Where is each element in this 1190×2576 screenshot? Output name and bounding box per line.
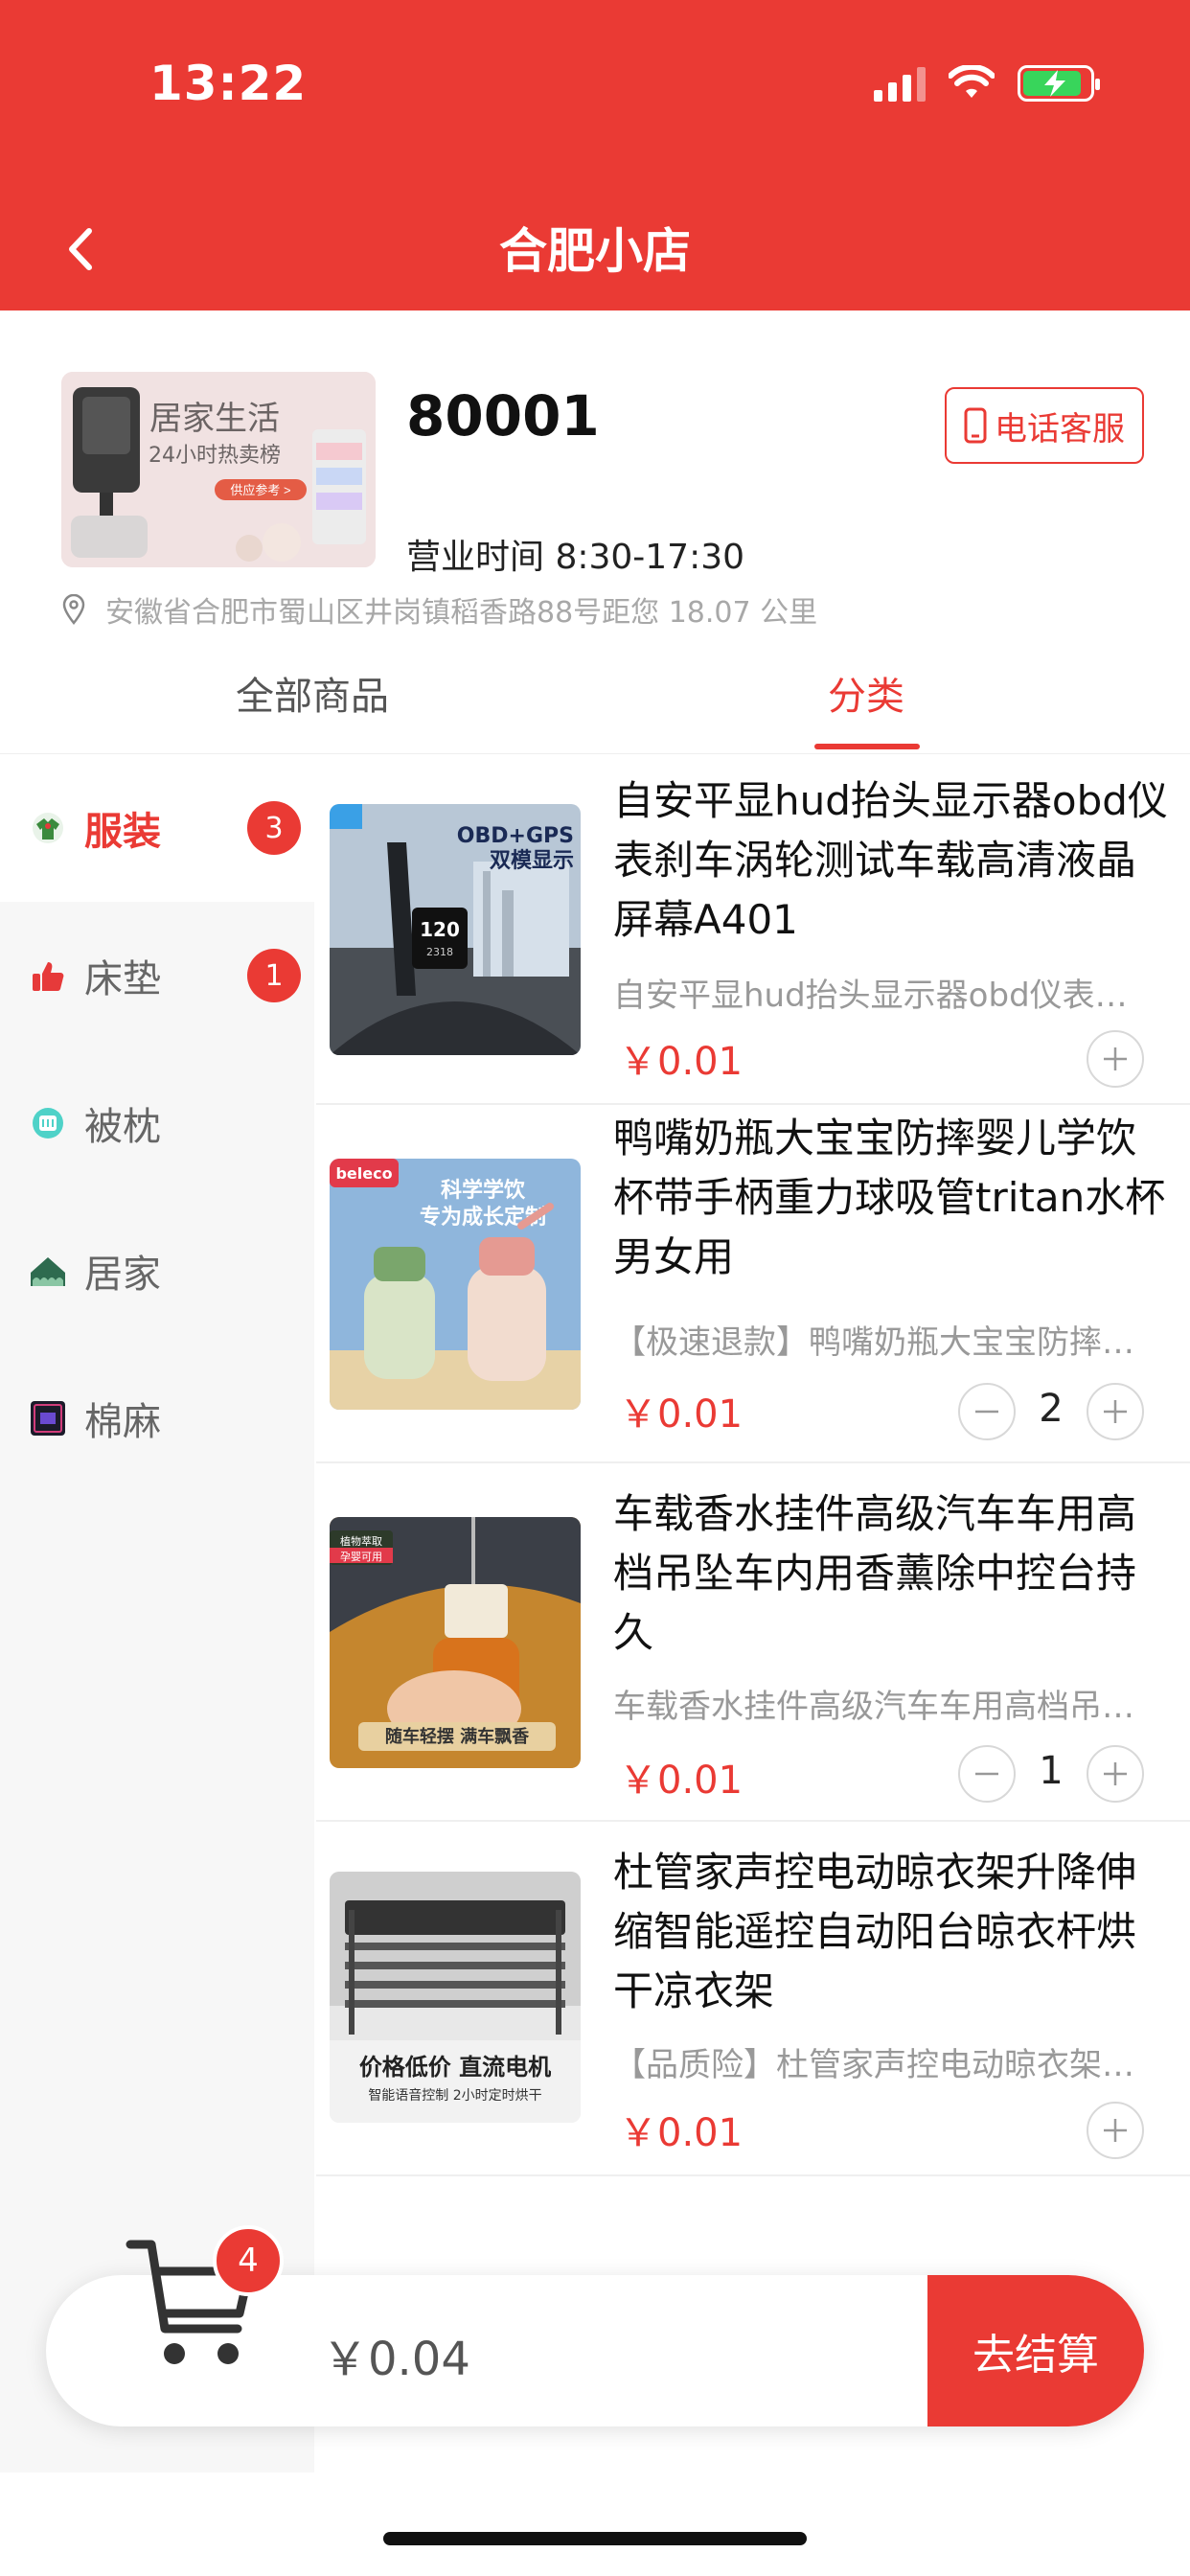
linen-icon [31, 1401, 65, 1436]
business-hours: 营业时间 8:30-17:30 [406, 538, 745, 577]
product-title: 鸭嘴奶瓶大宝宝防摔婴儿学饮杯带手柄重力球吸管tritan水杯男女用 [613, 1115, 1166, 1280]
product-price: ￥0.01 [619, 2111, 744, 2155]
svg-text:科学学饮: 科学学饮 [441, 1178, 526, 1203]
product-price: ￥0.01 [619, 1040, 744, 1084]
quantity-value: 1 [1039, 1749, 1064, 1793]
minus-icon [975, 1772, 998, 1776]
quantity-value: 2 [1039, 1387, 1064, 1431]
phone-service-button[interactable]: 电话客服 [945, 387, 1144, 464]
product-item[interactable]: 120 2318 OBD+GPS 双模显示 自安平显hud抬头显示器obd仪表刹… [316, 754, 1190, 1105]
svg-text:居家生活: 居家生活 [149, 400, 280, 438]
product-title: 自安平显hud抬头显示器obd仪表刹车涡轮测试车载高清液晶屏幕A401 [613, 777, 1168, 943]
plus-icon [1104, 1047, 1127, 1070]
sidebar-item-label: 居家 [84, 1253, 161, 1297]
svg-text:双模显示: 双模显示 [490, 849, 574, 873]
product-subtitle: 【品质险】杜管家声控电动晾衣架升降伸缩智能遥控自动阳台晾衣杆烘干凉衣架 [613, 2046, 1150, 2084]
product-subtitle: 车载香水挂件高级汽车车用高档吊坠车内用香薰除中控台持久 [613, 1688, 1150, 1726]
svg-text:孕婴可用: 孕婴可用 [340, 1551, 382, 1563]
sidebar-item-badge: 1 [247, 949, 301, 1002]
product-image[interactable]: 植物萃取 孕婴可用 随车轻摆 满车飘香 [330, 1517, 581, 1768]
cart-total-price: ￥0.04 [322, 2333, 470, 2386]
svg-text:2318: 2318 [426, 946, 453, 958]
svg-text:智能语音控制 2小时定时烘干: 智能语音控制 2小时定时烘干 [368, 2087, 541, 2104]
location-pin-icon [62, 594, 85, 625]
shop-address: 安徽省合肥市蜀山区井岗镇稻香路88号距您 18.07 公里 [61, 588, 817, 631]
checkout-button[interactable]: 去结算 [927, 2275, 1144, 2426]
product-image[interactable]: 120 2318 OBD+GPS 双模显示 [330, 804, 581, 1055]
svg-text:beleco: beleco [335, 1164, 392, 1183]
product-subtitle: 自安平显hud抬头显示器obd仪表刹车涡轮测试车载高清液晶屏幕A401 [613, 977, 1150, 1015]
product-image[interactable]: beleco 科学学饮 专为成长定制 [330, 1159, 581, 1410]
minus-icon [975, 1410, 998, 1414]
sidebar-item-home[interactable]: 居家 [0, 1197, 314, 1345]
active-tab-indicator [814, 744, 920, 749]
phone-service-label: 电话客服 [995, 409, 1125, 448]
clothing-icon [33, 813, 63, 843]
increase-quantity-button[interactable] [1087, 1745, 1144, 1803]
add-to-cart-button[interactable] [1087, 2102, 1144, 2159]
status-icons [874, 65, 1100, 102]
sidebar-item-linen[interactable]: 棉麻 [0, 1345, 314, 1492]
thumbs-up-icon [33, 962, 64, 991]
product-title: 车载香水挂件高级汽车车用高档吊坠车内用香薰除中控台持久 [613, 1490, 1137, 1656]
decrease-quantity-button[interactable] [958, 1383, 1016, 1440]
shop-banner-image[interactable]: 供应参考 > 居家生活 24小时热卖榜 [61, 372, 376, 567]
cart-count-badge: 4 [213, 2225, 284, 2296]
increase-quantity-button[interactable] [1087, 1383, 1144, 1440]
sidebar-item-bedding[interactable]: 被枕 [0, 1049, 314, 1197]
status-time: 13:22 [149, 56, 308, 111]
product-title: 杜管家声控电动晾衣架升降伸缩智能遥控自动阳台晾衣杆烘干凉衣架 [613, 1849, 1137, 2014]
svg-text:OBD+GPS: OBD+GPS [457, 824, 574, 848]
pillow-icon [33, 1108, 63, 1138]
product-item[interactable]: beleco 科学学饮 专为成长定制 鸭嘴奶瓶大宝宝防摔婴儿学饮杯带手柄重力球吸… [316, 1105, 1190, 1463]
wifi-icon [949, 65, 995, 98]
category-sidebar: 服装 3 床垫 1 被枕 居家 棉麻 [0, 754, 314, 2472]
tab-categories[interactable]: 分类 [828, 665, 904, 721]
battery-icon [1018, 65, 1100, 102]
product-price: ￥0.01 [619, 1392, 744, 1437]
sidebar-item-label: 床垫 [84, 957, 161, 1001]
sidebar-item-label: 被枕 [84, 1105, 161, 1149]
product-subtitle: 【极速退款】鸭嘴奶瓶大宝宝防摔婴儿学饮杯带手柄重力球吸管tritan水杯男女用 [613, 1323, 1150, 1362]
svg-text:120: 120 [420, 918, 460, 941]
svg-text:随车轻摆 满车飘香: 随车轻摆 满车飘香 [385, 1726, 530, 1747]
plus-icon [1104, 1762, 1127, 1785]
home-indicator [383, 2532, 807, 2545]
sidebar-item-label: 服装 [84, 810, 161, 854]
plus-icon [1104, 2119, 1127, 2142]
sidebar-item-badge: 3 [247, 801, 301, 855]
home-icon [31, 1257, 65, 1286]
svg-text:价格低价 直流电机: 价格低价 直流电机 [359, 2054, 551, 2081]
sidebar-item-clothing[interactable]: 服装 3 [0, 754, 314, 902]
sidebar-item-label: 棉麻 [84, 1400, 161, 1444]
header-bar: 13:22 合肥小店 [0, 0, 1190, 310]
page-title: 合肥小店 [499, 223, 691, 279]
sidebar-item-mattress[interactable]: 床垫 1 [0, 902, 314, 1049]
product-price: ￥0.01 [619, 1759, 744, 1803]
svg-text:24小时热卖榜: 24小时热卖榜 [149, 444, 281, 468]
shop-address-text: 安徽省合肥市蜀山区井岗镇稻香路88号距您 18.07 公里 [105, 596, 818, 630]
plus-icon [1104, 1400, 1127, 1423]
tab-all-products[interactable]: 全部商品 [236, 665, 389, 721]
product-image[interactable]: 价格低价 直流电机 智能语音控制 2小时定时烘干 [330, 1872, 581, 2123]
svg-text:供应参考 >: 供应参考 > [230, 483, 290, 497]
decrease-quantity-button[interactable] [958, 1745, 1016, 1803]
product-item[interactable]: 植物萃取 孕婴可用 随车轻摆 满车飘香 车载香水挂件高级汽车车用高档吊坠车内用香… [316, 1463, 1190, 1822]
shop-name: 80001 [406, 383, 600, 448]
phone-icon [964, 407, 987, 444]
signal-icon [874, 65, 926, 102]
product-item[interactable]: 价格低价 直流电机 智能语音控制 2小时定时烘干 杜管家声控电动晾衣架升降伸缩智… [316, 1822, 1190, 2176]
add-to-cart-button[interactable] [1087, 1030, 1144, 1088]
svg-text:植物萃取: 植物萃取 [340, 1534, 382, 1548]
